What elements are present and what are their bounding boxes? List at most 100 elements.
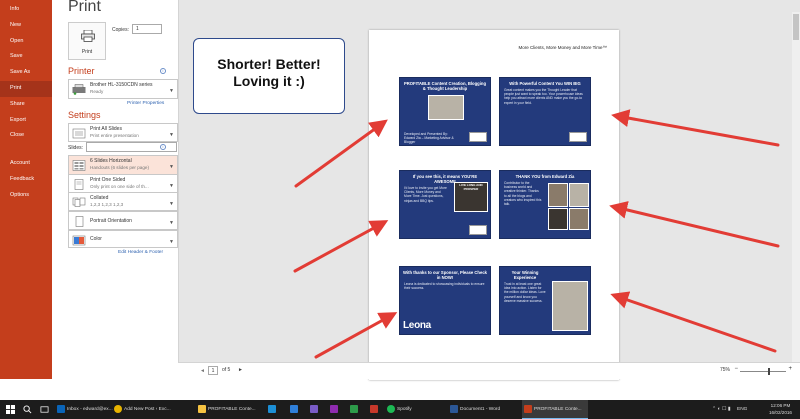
taskbar-app-3[interactable] — [308, 400, 320, 419]
nav-close[interactable]: Close — [0, 128, 52, 144]
previous-page-button[interactable]: ◄ — [200, 368, 205, 374]
info-icon[interactable]: i — [160, 68, 166, 74]
nav-save[interactable]: Save — [0, 49, 52, 65]
chevron-down-icon: ▼ — [169, 88, 174, 94]
nav-export[interactable]: Export — [0, 113, 52, 129]
settings-heading: Settings — [68, 110, 101, 120]
taskbar-label: PROFITABLE Conte... — [208, 407, 256, 412]
nav-new[interactable]: New — [0, 18, 52, 34]
taskbar-chrome[interactable]: Add New Post ‹ Exc... — [112, 400, 194, 419]
printer-icon — [81, 30, 95, 42]
printer-icon — [72, 84, 86, 95]
logo-badge — [569, 132, 587, 142]
scrollbar-thumb[interactable] — [793, 14, 799, 40]
task-view-icon[interactable] — [40, 405, 49, 414]
taskbar-word[interactable]: Document1 - Word — [448, 400, 514, 419]
taskbar-explorer[interactable]: PROFITABLE Conte... — [196, 400, 264, 419]
printer-properties-link[interactable]: Printer Properties — [127, 101, 164, 106]
nav-print[interactable]: Print — [0, 80, 52, 97]
slide-thumbnail-2: With Powerful Content You WIN BIG Great … — [499, 77, 591, 146]
zoom-slider[interactable] — [740, 371, 786, 372]
slide-photo — [569, 183, 589, 207]
collate-dropdown[interactable]: Collated 1,2,3 1,2,3 1,2,3 ▼ — [68, 192, 178, 211]
collate-icon — [72, 197, 86, 207]
edit-header-footer-link[interactable]: Edit Header & Footer — [118, 250, 163, 255]
preview-scrollbar[interactable] — [792, 12, 800, 367]
sides-sub: Only print on one side of th... — [90, 184, 149, 189]
slides-label: Slides: — [68, 145, 84, 151]
callout-box: Shorter! Better! Loving it :) — [193, 38, 345, 114]
slide-thumbnail-5: With thanks to our Sponsor, Please Check… — [399, 266, 491, 335]
print-button[interactable]: Print — [68, 22, 106, 60]
one-sided-icon — [74, 179, 84, 190]
spotify-icon — [387, 405, 395, 413]
logo-badge — [469, 132, 487, 142]
collate-sub: 1,2,3 1,2,3 1,2,3 — [90, 202, 124, 207]
taskbar-app-6[interactable] — [368, 400, 380, 419]
next-page-button[interactable]: ► — [238, 367, 243, 373]
layout-sub: Handouts (6 slides per page) — [90, 165, 149, 170]
handouts-icon — [72, 160, 86, 171]
browser-icon — [268, 405, 276, 413]
copies-input[interactable]: 1 — [132, 24, 162, 34]
slide-body: I'd love to invite you get More Clients,… — [404, 186, 447, 203]
slide-thumbnail-6: Your Winning Experience Trust in at leas… — [499, 266, 591, 335]
nav-save-as[interactable]: Save As — [0, 65, 52, 81]
taskbar-app-5[interactable] — [348, 400, 360, 419]
print-range-label: Print All Slides — [90, 126, 122, 132]
zoom-in-button[interactable]: + — [788, 366, 792, 372]
printer-dropdown[interactable]: Brother HL-3150CDN series Ready ▼ — [68, 79, 178, 99]
printer-heading: Printer — [68, 66, 95, 76]
tray-icons[interactable]: ⌃ ◐ ☐ ▮ — [712, 400, 731, 419]
search-icon[interactable] — [23, 405, 32, 414]
taskbar-app-2[interactable] — [288, 400, 300, 419]
taskbar-app-4[interactable] — [328, 400, 340, 419]
chevron-down-icon: ▼ — [169, 239, 174, 245]
nav-share[interactable]: Share — [0, 97, 52, 113]
printer-name: Brother HL-3150CDN series — [90, 82, 153, 88]
nav-info[interactable]: Info — [0, 2, 52, 18]
page-count: of 5 — [222, 367, 231, 373]
nav-open[interactable]: Open — [0, 34, 52, 50]
app-icon — [370, 405, 378, 413]
taskbar-label: Spotify — [397, 407, 412, 412]
sides-label: Print One Sided — [90, 177, 126, 183]
slide-photo — [552, 281, 588, 331]
zoom-out-button[interactable]: − — [734, 366, 738, 372]
slide-body: Leona is dedicated to showcasing individ… — [404, 282, 485, 291]
color-dropdown[interactable]: Color ▼ — [68, 230, 178, 248]
orientation-dropdown[interactable]: Portrait Orientation ▼ — [68, 211, 178, 230]
nav-account[interactable]: Account — [0, 156, 52, 172]
print-range-dropdown[interactable]: Print All Slides Print entire presentati… — [68, 123, 178, 142]
powerpoint-icon — [524, 405, 532, 413]
print-range-sub: Print entire presentation — [90, 133, 139, 138]
page-header: More Clients, More Money and More Time™ — [518, 45, 607, 50]
slide-photo — [548, 208, 568, 230]
sides-dropdown[interactable]: Print One Sided Only print on one side o… — [68, 174, 178, 193]
language-indicator[interactable]: ENG — [737, 400, 747, 419]
orientation-label: Portrait Orientation — [90, 218, 132, 224]
zoom-slider-handle[interactable] — [768, 368, 770, 375]
portrait-icon — [75, 216, 84, 227]
backstage-nav: Info New Open Save Save As Print Share E… — [0, 0, 52, 379]
slide-thumbnail-3: If you see this, it means YOU'RE AWESOME… — [399, 170, 491, 239]
nav-feedback[interactable]: Feedback — [0, 172, 52, 188]
app-icon — [290, 405, 298, 413]
page-input[interactable]: 1 — [208, 366, 218, 375]
clock[interactable]: 12:06 PM 16/02/2016 — [769, 402, 792, 416]
layout-dropdown[interactable]: 6 Slides Horizontal Handouts (6 slides p… — [68, 155, 178, 175]
taskbar: Inbox - edward@ex... Add New Post ‹ Exc.… — [0, 400, 800, 419]
taskbar-powerpoint[interactable]: PROFITABLE Conte... — [522, 400, 588, 419]
zoom-level[interactable]: 75% — [720, 367, 730, 373]
taskbar-spotify[interactable]: Spotify — [385, 400, 433, 419]
info-icon[interactable]: i — [160, 144, 166, 150]
slide-photo — [548, 183, 568, 207]
taskbar-ie[interactable] — [266, 400, 278, 419]
slide-body: Developed and Presented By: Edward Zia –… — [404, 132, 454, 145]
handout-page: More Clients, More Money and More Time™ … — [369, 30, 619, 380]
collate-label: Collated — [90, 195, 109, 201]
slide-body: Great content makes you the Thought Lead… — [504, 88, 583, 105]
taskbar-outlook[interactable]: Inbox - edward@ex... — [55, 400, 113, 419]
windows-logo-icon[interactable] — [6, 405, 15, 414]
nav-options[interactable]: Options — [0, 188, 52, 204]
